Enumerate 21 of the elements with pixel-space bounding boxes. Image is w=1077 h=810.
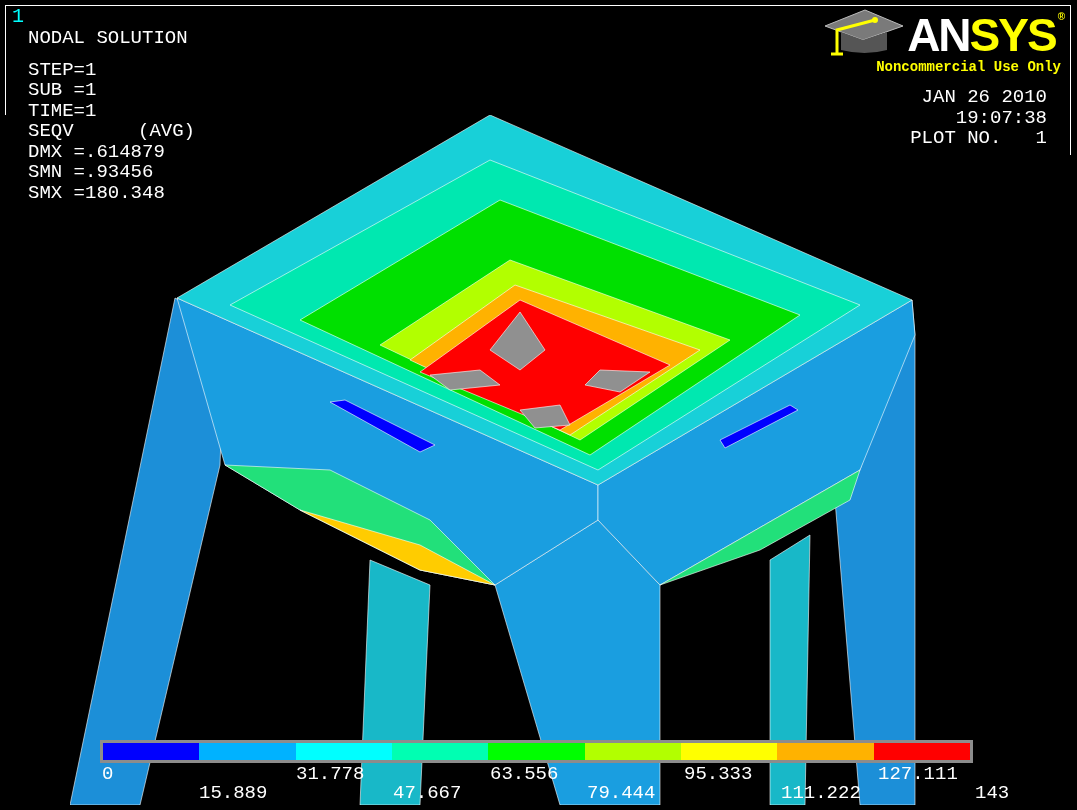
logo-wordmark: ANSYS® xyxy=(907,12,1063,58)
result-label: SEQV xyxy=(28,121,75,142)
plot-info-text: 19:07:38 xyxy=(955,107,1047,128)
legend-value-label: 143 xyxy=(974,784,1010,803)
legend-value-label: 95.333 xyxy=(683,765,753,784)
plot-title: NODAL SOLUTION xyxy=(28,28,189,49)
license-notice: Noncommercial Use Only xyxy=(876,59,1061,75)
plot-info-text: JAN 26 2010 xyxy=(921,87,1047,108)
step-info-text: SUB =1 xyxy=(28,80,97,101)
result-stat-text: DMX =.614879 xyxy=(28,141,165,162)
plot-info-text: PLOT NO. 1 xyxy=(910,128,1047,149)
result-stat-text: SMX =180.348 xyxy=(28,182,165,203)
legend-value-label: 15.889 xyxy=(198,784,268,803)
result-stat-text: SMN =.93456 xyxy=(28,162,154,183)
window-number: 1 xyxy=(12,6,24,28)
step-info-text: TIME=1 xyxy=(28,100,97,121)
step-info-text: STEP=1 xyxy=(28,59,97,80)
averaging-label: (AVG) xyxy=(138,121,195,142)
legend-value-label: 79.444 xyxy=(586,784,656,803)
graduation-cap-icon xyxy=(825,8,906,58)
legend-value-label: 0 xyxy=(101,765,114,784)
